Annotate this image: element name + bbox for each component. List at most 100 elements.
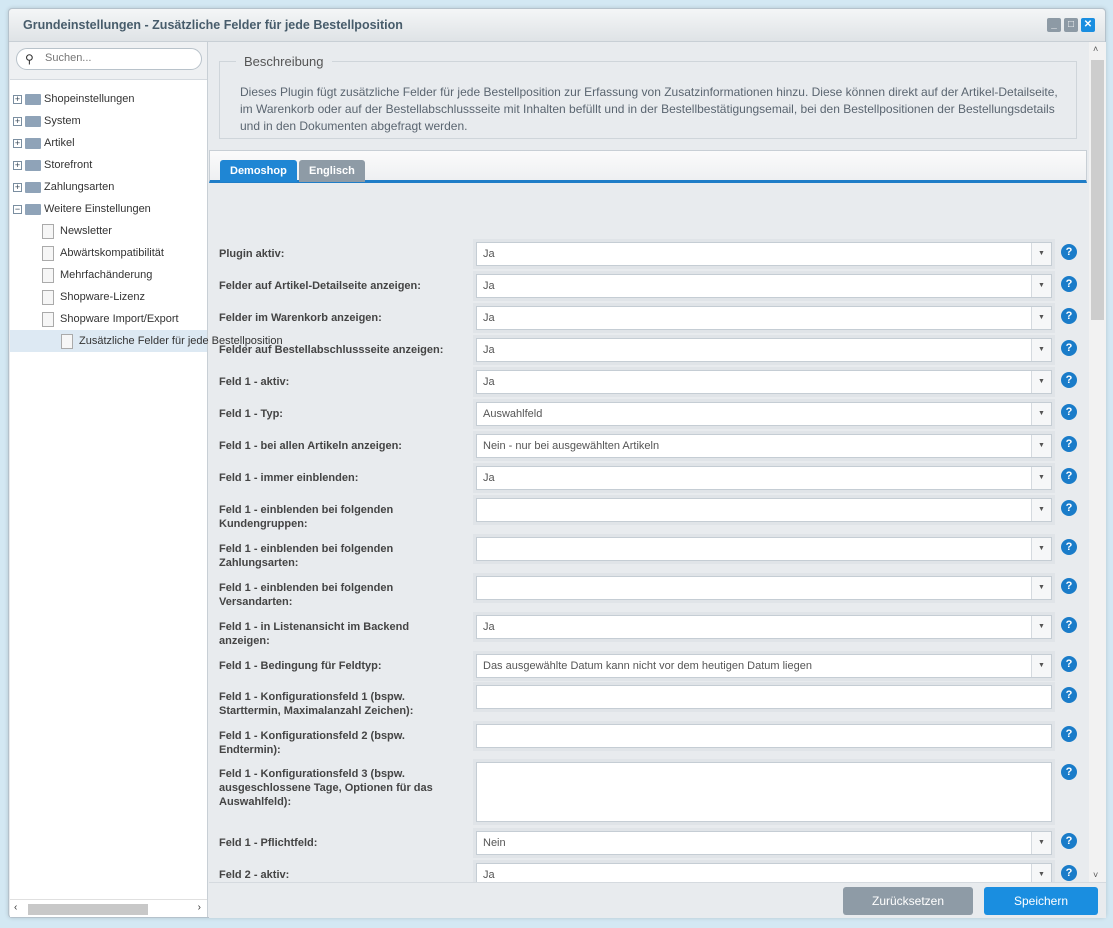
field-label: Feld 1 - einblenden bei folgenden Kunden… (219, 504, 394, 530)
select-value: Ja (483, 312, 495, 324)
tree-item[interactable]: − Weitere Einstellungen (13, 198, 151, 220)
help-icon[interactable]: ? (1061, 865, 1077, 881)
help-icon[interactable]: ? (1061, 726, 1077, 742)
chevron-down-icon[interactable]: ▼ (1031, 275, 1051, 297)
horizontal-scrollbar[interactable]: ‹ › (10, 899, 207, 917)
page-icon (42, 289, 54, 305)
chevron-down-icon[interactable]: ▼ (1031, 371, 1051, 393)
vertical-scrollbar[interactable]: ˄ ˅ (1089, 42, 1106, 882)
select-value: Auswahlfeld (483, 408, 543, 420)
help-icon[interactable]: ? (1061, 404, 1077, 420)
tree-item[interactable]: Shopware-Lizenz (42, 286, 145, 308)
page-icon (42, 245, 54, 261)
expand-icon[interactable]: − (13, 204, 22, 214)
search-input[interactable] (45, 52, 195, 64)
help-icon[interactable]: ? (1061, 687, 1077, 703)
help-icon[interactable]: ? (1061, 244, 1077, 260)
search-icon: ⚲ (25, 52, 34, 66)
expand-icon[interactable]: + (13, 94, 22, 104)
chevron-down-icon[interactable]: ▼ (1031, 499, 1051, 521)
page-icon (61, 333, 73, 349)
tree-item[interactable]: + Storefront (13, 154, 92, 176)
chevron-down-icon[interactable]: ▼ (1031, 243, 1051, 265)
tab-englisch[interactable]: Englisch (299, 160, 365, 182)
select-field[interactable]: ▼ (476, 576, 1052, 600)
chevron-down-icon[interactable]: ▼ (1031, 538, 1051, 560)
tree-item[interactable]: + Shopeinstellungen (13, 88, 135, 110)
help-icon[interactable]: ? (1061, 578, 1077, 594)
folder-icon (25, 115, 41, 127)
chevron-down-icon[interactable]: ▼ (1031, 616, 1051, 638)
expand-icon[interactable]: + (13, 116, 22, 126)
expand-icon[interactable]: + (13, 160, 22, 170)
select-field[interactable]: Ja ▼ (476, 338, 1052, 362)
select-field[interactable]: Nein ▼ (476, 831, 1052, 855)
minimize-icon[interactable]: _ (1047, 18, 1061, 32)
expand-icon[interactable]: + (13, 182, 22, 192)
search-box[interactable]: ⚲ (16, 48, 202, 70)
help-icon[interactable]: ? (1061, 308, 1077, 324)
select-field[interactable]: Ja ▼ (476, 370, 1052, 394)
tab-demoshop[interactable]: Demoshop (220, 160, 297, 182)
help-icon[interactable]: ? (1061, 833, 1077, 849)
select-field[interactable]: Das ausgewählte Datum kann nicht vor dem… (476, 654, 1052, 678)
select-value: Das ausgewählte Datum kann nicht vor dem… (483, 660, 812, 672)
chevron-down-icon[interactable]: ▼ (1031, 655, 1051, 677)
tree-item-label: Shopeinstellungen (44, 93, 135, 105)
help-icon[interactable]: ? (1061, 617, 1077, 633)
tree-item[interactable]: Newsletter (42, 220, 112, 242)
textarea-input[interactable] (476, 762, 1052, 822)
maximize-icon[interactable]: □ (1064, 18, 1078, 32)
chevron-down-icon[interactable]: ▼ (1031, 864, 1051, 882)
tree-item[interactable]: Zusätzliche Felder für jede Bestellposit… (10, 330, 283, 352)
chevron-down-icon[interactable]: ▼ (1031, 307, 1051, 329)
help-icon[interactable]: ? (1061, 656, 1077, 672)
select-field[interactable]: Ja ▼ (476, 863, 1052, 882)
chevron-down-icon[interactable]: ▼ (1031, 339, 1051, 361)
tree-item[interactable]: Shopware Import/Export (42, 308, 179, 330)
help-icon[interactable]: ? (1061, 276, 1077, 292)
select-field[interactable]: ▼ (476, 537, 1052, 561)
select-field[interactable]: Ja ▼ (476, 615, 1052, 639)
field-label: Feld 1 - einblenden bei folgenden Zahlun… (219, 543, 394, 569)
help-icon[interactable]: ? (1061, 539, 1077, 555)
help-icon[interactable]: ? (1061, 436, 1077, 452)
chevron-down-icon[interactable]: ▼ (1031, 577, 1051, 599)
select-field[interactable]: Ja ▼ (476, 242, 1052, 266)
help-icon[interactable]: ? (1061, 372, 1077, 388)
close-icon[interactable]: ✕ (1081, 18, 1095, 32)
description-legend: Beschreibung (236, 54, 332, 69)
save-button[interactable]: Speichern (984, 887, 1098, 915)
field-label: Feld 1 - Pflichtfeld: (219, 837, 318, 849)
description-fieldset: Beschreibung Dieses Plugin fügt zusätzli… (219, 54, 1077, 139)
chevron-down-icon[interactable]: ▼ (1031, 435, 1051, 457)
tree-item[interactable]: + Artikel (13, 132, 75, 154)
select-field[interactable]: Ja ▼ (476, 466, 1052, 490)
reset-button[interactable]: Zurücksetzen (843, 887, 973, 915)
field-label: Feld 1 - Konfigurationsfeld 3 (bspw. aus… (219, 768, 433, 808)
chevron-down-icon[interactable]: ▼ (1031, 467, 1051, 489)
text-input[interactable] (476, 685, 1052, 709)
chevron-down-icon[interactable]: ▼ (1031, 403, 1051, 425)
select-field[interactable]: Nein - nur bei ausgewählten Artikeln ▼ (476, 434, 1052, 458)
text-input[interactable] (476, 724, 1052, 748)
field-label: Feld 1 - aktiv: (219, 376, 290, 388)
expand-icon[interactable]: + (13, 138, 22, 148)
field-label: Felder auf Bestellabschlussseite anzeige… (219, 344, 444, 356)
select-field[interactable]: Auswahlfeld ▼ (476, 402, 1052, 426)
title-bar[interactable]: Grundeinstellungen - Zusätzliche Felder … (9, 9, 1105, 42)
help-icon[interactable]: ? (1061, 468, 1077, 484)
tree-item[interactable]: + Zahlungsarten (13, 176, 114, 198)
help-icon[interactable]: ? (1061, 764, 1077, 780)
help-icon[interactable]: ? (1061, 340, 1077, 356)
field-label: Plugin aktiv: (219, 248, 285, 260)
tree-item[interactable]: Abwärtskompatibilität (42, 242, 164, 264)
tree-item[interactable]: Mehrfachänderung (42, 264, 152, 286)
select-field[interactable]: ▼ (476, 498, 1052, 522)
help-icon[interactable]: ? (1061, 500, 1077, 516)
tree-item[interactable]: + System (13, 110, 81, 132)
select-field[interactable]: Ja ▼ (476, 306, 1052, 330)
chevron-down-icon[interactable]: ▼ (1031, 832, 1051, 854)
select-field[interactable]: Ja ▼ (476, 274, 1052, 298)
field-label: Feld 1 - bei allen Artikeln anzeigen: (219, 440, 402, 452)
